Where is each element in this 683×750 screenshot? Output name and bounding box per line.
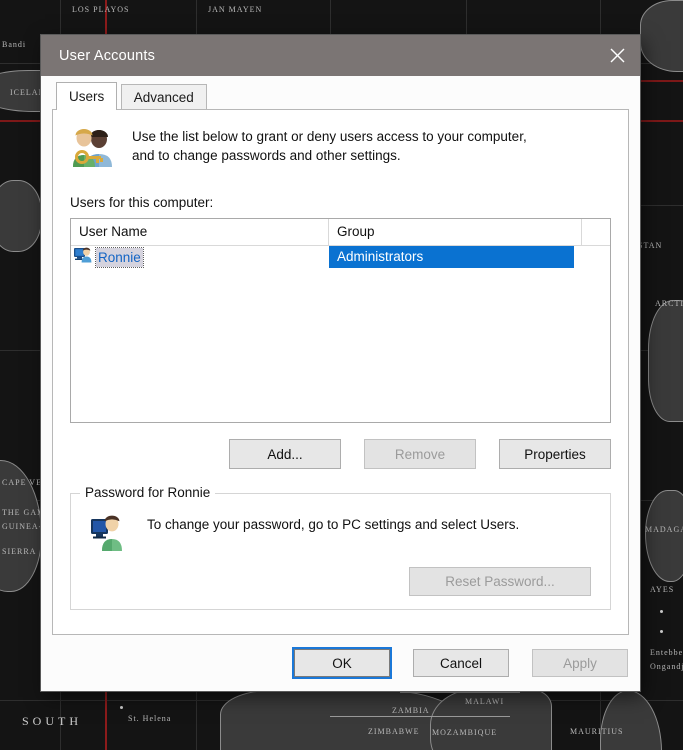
map-label: SIERRA [2,547,37,556]
map-label: LOS PLAYOS [72,5,130,14]
password-info-row: To change your password, go to PC settin… [71,494,610,557]
info-banner: Use the list below to grant or deny user… [53,110,628,173]
map-label: MAURITIUS [570,727,624,736]
cell-user-name[interactable]: Ronnie [71,246,329,268]
map-landmass [0,180,42,252]
ok-button[interactable]: OK [294,649,390,677]
map-label: MALAWI [465,697,505,706]
map-label: Entebbe [650,648,683,657]
info-line-1: Use the list below to grant or deny user… [132,129,527,144]
apply-button[interactable]: Apply [532,649,628,677]
column-header-user-name[interactable]: User Name [71,219,329,245]
users-key-icon [70,126,118,173]
dialog-titlebar: User Accounts [41,35,640,76]
tab-strip: Users Advanced [41,82,640,110]
table-row[interactable]: Ronnie Administrators [71,246,610,268]
info-text: Use the list below to grant or deny user… [118,126,527,173]
user-accounts-dialog: User Accounts Users Advanced Use the lis… [41,35,640,691]
map-city-dot [660,630,663,633]
user-account-icon [74,246,92,269]
map-city-dot [120,706,123,709]
map-label: MOZAMBIQUE [432,728,498,737]
tab-page-users: Use the list below to grant or deny user… [52,109,629,635]
map-label: ZIMBABWE [368,727,420,736]
map-city-dot [660,610,663,613]
users-list-caption: Users for this computer: [70,195,214,210]
map-label: STAN [638,241,663,250]
map-label: MADAGASCAR [645,525,683,534]
map-label: JAN MAYEN [208,5,263,14]
map-landmass [648,300,683,422]
password-groupbox-legend: Password for Ronnie [80,485,216,500]
map-label: Ongandj [650,662,683,671]
map-landmass [640,0,683,72]
info-line-2: and to change passwords and other settin… [132,148,401,163]
map-label: ARCTIC [655,299,683,308]
map-border-line [330,716,510,717]
cell-group[interactable]: Administrators [329,246,582,268]
password-groupbox: Password for Ronnie To change your passw… [70,485,611,610]
tab-advanced[interactable]: Advanced [120,84,207,110]
listview-button-row: Add... Remove Properties [70,439,611,469]
user-monitor-icon [89,512,135,557]
map-landmass [600,690,662,750]
tab-users[interactable]: Users [56,82,118,110]
column-header-group[interactable]: Group [329,219,582,245]
cell-user-name-text: Ronnie [95,246,144,268]
close-icon[interactable] [594,35,640,76]
map-label: SOUTH [22,714,83,728]
listview-header: User Name Group [71,219,610,246]
reset-password-button[interactable]: Reset Password... [409,567,591,596]
cell-group-text: Administrators [329,246,574,268]
map-label: ZAMBIA [392,706,430,715]
properties-button[interactable]: Properties [499,439,611,469]
map-landmass [645,490,683,582]
password-info-text: To change your password, go to PC settin… [147,517,520,532]
map-label: St. Helena [128,714,172,723]
dialog-title: User Accounts [59,47,156,64]
add-button[interactable]: Add... [229,439,341,469]
reset-password-row: Reset Password... [71,567,591,596]
map-border-line [400,692,520,693]
remove-button[interactable]: Remove [364,439,476,469]
users-listview[interactable]: User Name Group Ronnie Administrators [70,218,611,423]
cancel-button[interactable]: Cancel [413,649,509,677]
map-label: AYES [650,585,675,594]
map-label: Bandi [2,40,27,49]
dialog-footer: OK Cancel Apply [41,635,640,691]
